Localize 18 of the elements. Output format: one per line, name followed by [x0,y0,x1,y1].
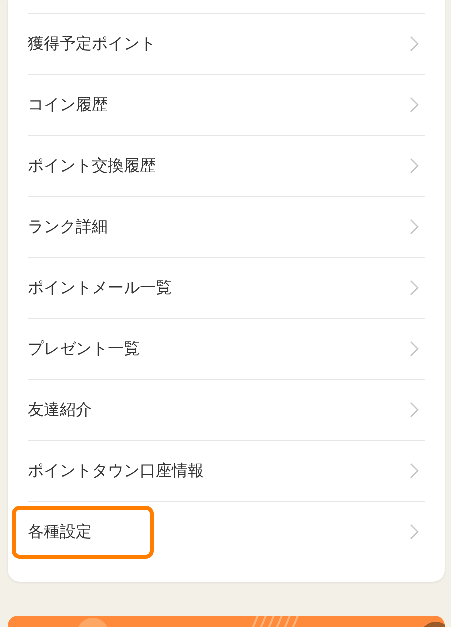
chevron-right-icon [410,36,419,52]
chevron-right-icon [410,158,419,174]
chevron-right-icon [410,402,419,418]
menu-item[interactable]: ポイントタウン口座情報 [10,441,443,501]
menu-item[interactable]: ポイントメール一覧 [10,258,443,318]
menu-item[interactable]: ポイント交換履歴 [10,136,443,196]
menu-item[interactable]: プレゼント一覧 [10,319,443,379]
chevron-right-icon [410,97,419,113]
chevron-right-icon [410,524,419,540]
menu-item[interactable]: 獲得予定ポイント [10,14,443,74]
menu-item[interactable]: 友達紹介 [10,380,443,440]
menu-item[interactable]: コイン履歴 [10,75,443,135]
chevron-right-icon [410,463,419,479]
menu-item[interactable]: 各種設定 [10,502,443,562]
chevron-right-icon [410,219,419,235]
chevron-right-icon [410,280,419,296]
chevron-right-icon [410,341,419,357]
menu-item[interactable]: ランク詳細 [10,197,443,257]
